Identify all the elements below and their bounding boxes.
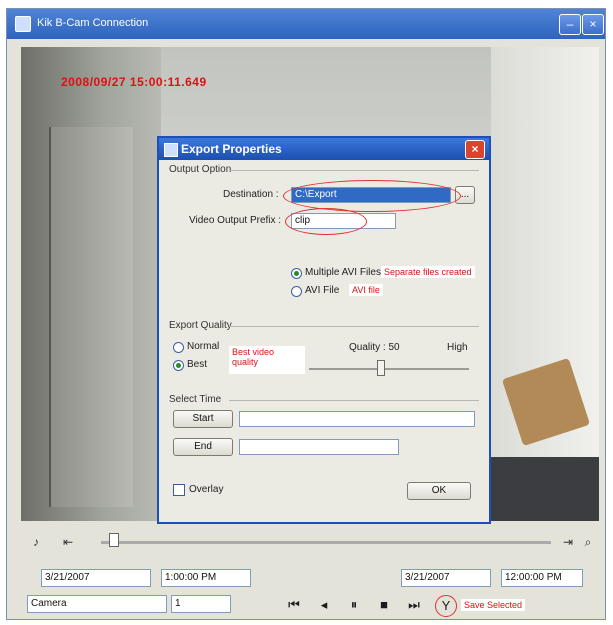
- export-dialog: Export Properties × Output Option Destin…: [157, 136, 491, 524]
- filename-label: Video Output Prefix :: [189, 215, 282, 226]
- pause-icon[interactable]: ⏸: [343, 595, 365, 615]
- end-time-button[interactable]: End: [173, 438, 233, 456]
- normal-radio[interactable]: [173, 342, 184, 353]
- close-button[interactable]: ×: [582, 14, 604, 35]
- start-time-button[interactable]: Start: [173, 410, 233, 428]
- end-date-field[interactable]: 3/21/2007: [401, 569, 491, 587]
- radio-note: Best video quality: [229, 346, 305, 374]
- quality-slider-thumb[interactable]: [377, 360, 385, 376]
- dialog-close-button[interactable]: ×: [465, 140, 485, 159]
- minimize-button[interactable]: –: [559, 14, 581, 35]
- time-group-label: Select Time: [169, 394, 222, 405]
- avi-file-radio[interactable]: [291, 286, 302, 297]
- overlay-checkbox[interactable]: [173, 484, 185, 496]
- quality-label: Quality : 50: [349, 342, 400, 353]
- annotation-circle: [283, 180, 461, 212]
- quality-slider-track[interactable]: [309, 368, 469, 370]
- normal-label: Normal: [187, 341, 220, 352]
- best-radio[interactable]: [173, 360, 184, 371]
- stop-icon[interactable]: ■: [373, 595, 395, 615]
- ok-button[interactable]: OK: [407, 482, 471, 500]
- export-icon[interactable]: Y: [435, 595, 457, 617]
- video-timestamp: 2008/09/27 15:00:11.649: [61, 75, 207, 89]
- dialog-icon: [164, 143, 178, 157]
- quality-high-label: High: [447, 342, 468, 353]
- avi-file-label: AVI File: [305, 285, 340, 296]
- seek-thumb[interactable]: [109, 533, 119, 547]
- speaker-icon[interactable]: ♪: [29, 535, 43, 549]
- end-time-field[interactable]: [239, 439, 399, 455]
- option2-note: AVI file: [349, 284, 383, 296]
- start-date-field[interactable]: 3/21/2007: [41, 569, 151, 587]
- rewind-icon[interactable]: ⇤: [61, 535, 75, 549]
- multiple-files-label: Multiple AVI Files: [305, 267, 381, 278]
- seek-bar[interactable]: [101, 541, 551, 544]
- annotation-circle-2: [285, 208, 367, 235]
- app-icon: [15, 16, 31, 32]
- window-title: Kik B-Cam Connection: [37, 17, 149, 29]
- best-label: Best: [187, 359, 208, 370]
- title-bar: Kik B-Cam Connection – ×: [7, 9, 605, 39]
- channel-select[interactable]: 1: [171, 595, 231, 613]
- step-back-icon[interactable]: ◂: [313, 595, 335, 615]
- overlay-label: Overlay: [189, 484, 224, 495]
- multiple-files-radio[interactable]: [291, 268, 302, 279]
- output-group-label: Output Option: [169, 164, 232, 175]
- forward-icon[interactable]: ⇥: [561, 535, 575, 549]
- dialog-title: Export Properties: [181, 142, 282, 156]
- zoom-icon[interactable]: ⌕: [581, 535, 595, 549]
- end-time-field[interactable]: 12:00:00 PM: [501, 569, 583, 587]
- playback-controls: ♪ ⇤ ⇥ ⌕ 3/21/2007 1:00:00 PM 3/21/2007 1…: [21, 529, 599, 621]
- app-window: Kik B-Cam Connection – × 2008/09/27 15:0…: [6, 8, 606, 620]
- start-time-field[interactable]: [239, 411, 475, 427]
- previous-icon[interactable]: ⏮: [283, 595, 305, 615]
- start-time-field[interactable]: 1:00:00 PM: [161, 569, 251, 587]
- next-icon[interactable]: ⏭: [403, 595, 425, 615]
- door: [49, 127, 133, 507]
- camera-select[interactable]: Camera: [27, 595, 167, 613]
- controls-note: Save Selected: [461, 599, 526, 611]
- option1-note: Separate files created: [381, 266, 475, 278]
- destination-label: Destination :: [223, 189, 279, 200]
- format-group-label: Export Quality: [169, 320, 232, 331]
- dialog-title-bar: Export Properties ×: [159, 138, 489, 160]
